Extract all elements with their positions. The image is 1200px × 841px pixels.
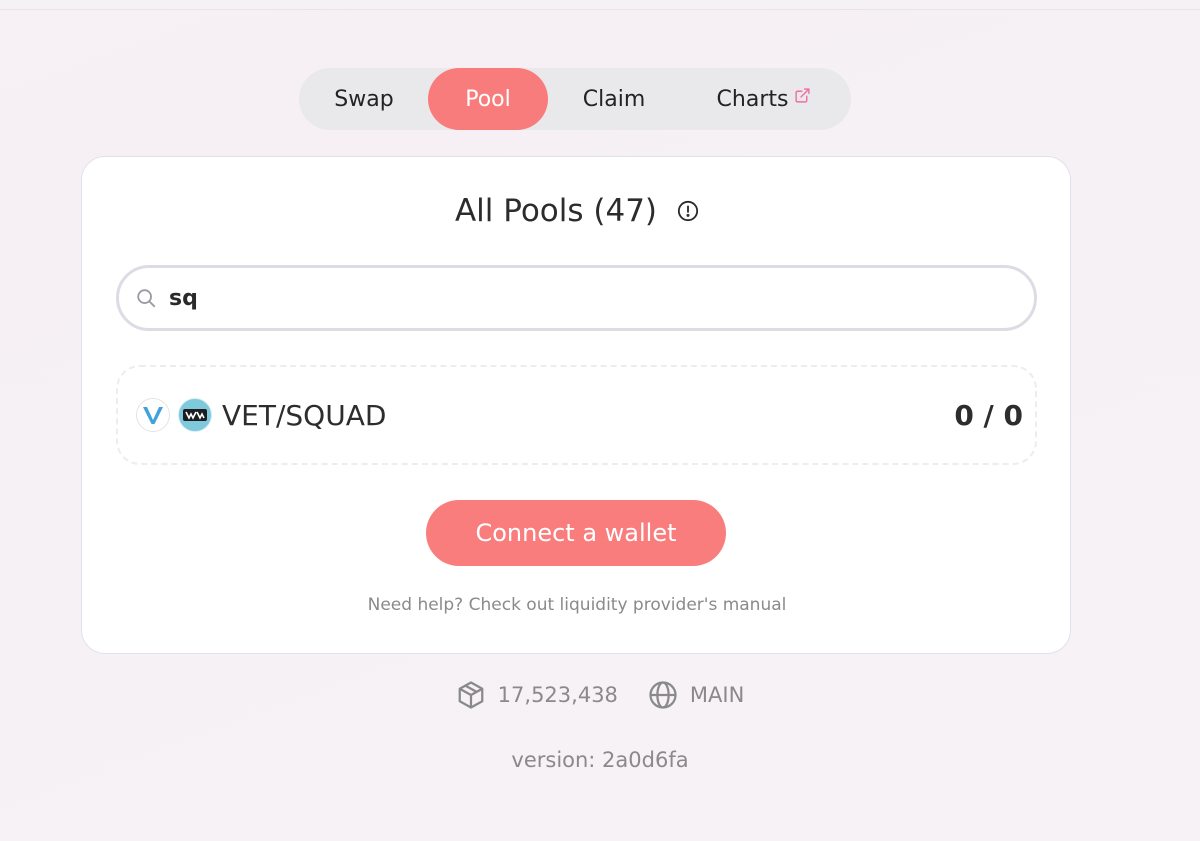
search-icon — [135, 287, 157, 309]
network-status-bar: 17,523,438 MAIN — [0, 680, 1200, 710]
pool-balance: 0 / 0 — [954, 398, 1023, 432]
main-tab-bar: Swap Pool Claim Charts — [299, 68, 851, 130]
pool-search-input[interactable] — [169, 285, 989, 311]
pools-card: All Pools (47) sq VET/SQUAD 0 / 0 Connec… — [81, 156, 1071, 654]
pools-title: All Pools (47) — [454, 193, 658, 229]
external-link-icon — [794, 87, 811, 104]
block-number: 17,523,438 — [497, 683, 618, 707]
tab-claim-label: Claim — [582, 86, 646, 112]
tab-swap[interactable]: Swap — [307, 68, 421, 130]
tab-pool-label: Pool — [465, 86, 511, 112]
pool-search-box[interactable] — [116, 265, 1037, 331]
help-manual-link[interactable]: Need help? Check out liquidity provider'… — [82, 595, 1072, 615]
cube-icon — [456, 680, 486, 710]
network-name: MAIN — [689, 683, 745, 707]
pools-header: All Pools (47) — [82, 193, 1072, 229]
connect-wallet-button[interactable]: Connect a wallet — [426, 500, 726, 566]
pool-list-item[interactable]: VET/SQUAD 0 / 0 — [116, 365, 1037, 465]
vet-logo-icon — [136, 398, 170, 432]
tab-charts-label: Charts — [716, 86, 789, 112]
squad-logo-icon — [178, 398, 212, 432]
tab-charts[interactable]: Charts — [689, 68, 839, 130]
version-label: version: 2a0d6fa — [511, 748, 689, 772]
tab-pool[interactable]: Pool — [428, 68, 548, 130]
globe-icon — [648, 680, 678, 710]
pool-pair-name: VET/SQUAD — [222, 398, 387, 432]
tab-swap-label: Swap — [334, 86, 394, 112]
top-divider — [0, 0, 1200, 10]
tab-claim[interactable]: Claim — [551, 68, 677, 130]
info-icon[interactable] — [677, 200, 699, 222]
